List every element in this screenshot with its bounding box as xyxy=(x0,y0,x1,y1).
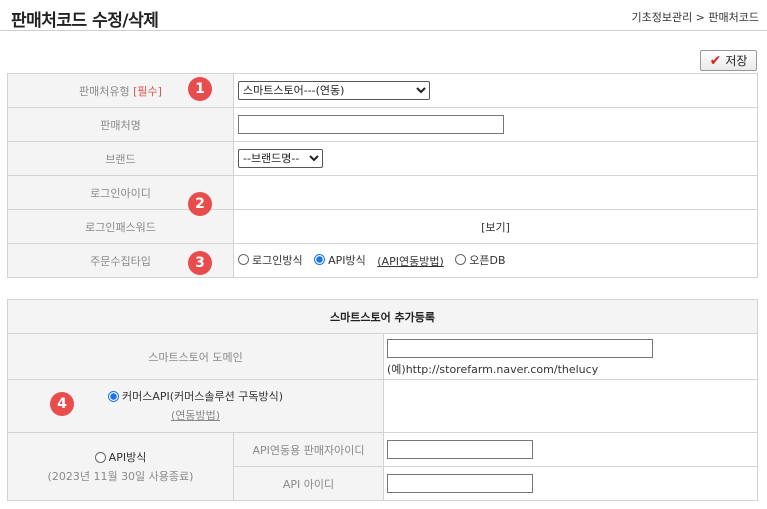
seller-form-table: 판매처유형 [필수] 스마트스토어---(연동) 판매처명 브랜드 --브랜드명… xyxy=(7,73,758,278)
save-button-label: 저장 xyxy=(725,54,748,68)
commerce-api-value xyxy=(383,379,758,433)
radio-api-label: API방식 xyxy=(328,253,366,267)
domain-label: 스마트스토어 도메인 xyxy=(7,333,384,380)
brand-label: 브랜드 xyxy=(7,141,234,176)
api-method-note: (2023년 11월 30일 사용종료) xyxy=(47,469,194,483)
annotation-badge-2: 2 xyxy=(188,192,212,216)
radio-login-label: 로그인방식 xyxy=(252,253,303,267)
api-guide-link[interactable]: (API연동방법) xyxy=(377,255,443,268)
view-password-link[interactable]: [보기] xyxy=(481,221,510,234)
save-button[interactable]: ✔ 저장 xyxy=(700,50,757,71)
api-id-label: API 아이디 xyxy=(233,466,384,501)
radio-login[interactable]: 로그인방식 xyxy=(238,252,303,268)
page-title: 판매처코드 수정/삭제 xyxy=(11,11,159,31)
seller-name-input[interactable] xyxy=(238,115,504,134)
commerce-api-guide-link[interactable]: (연동방법) xyxy=(171,409,220,422)
seller-id-label: API연동용 판매자아이디 xyxy=(233,432,384,467)
radio-selected-icon xyxy=(314,254,326,266)
breadcrumb: 기초정보관리 > 판매처코드 xyxy=(631,11,759,24)
radio-api-method[interactable]: API방식 xyxy=(94,449,147,466)
api-method-label: API방식 xyxy=(108,450,147,464)
check-icon: ✔ xyxy=(709,52,722,69)
radio-opendb-label: 오픈DB xyxy=(469,253,506,267)
annotation-badge-4: 4 xyxy=(50,392,74,416)
type-label: 판매처유형 xyxy=(79,84,130,98)
domain-example: (예)http://storefarm.naver.com/thelucy xyxy=(387,363,599,376)
annotation-badge-1: 1 xyxy=(188,77,212,101)
page-header: 판매처코드 수정/삭제 기초정보관리 > 판매처코드 xyxy=(0,0,767,31)
login-id-value xyxy=(233,175,758,210)
smartstore-table: 스마트스토어 추가등록 스마트스토어 도메인 (예)http://storefa… xyxy=(7,299,758,501)
radio-circle-icon xyxy=(238,254,249,266)
brand-select[interactable]: --브랜드명-- xyxy=(238,149,323,168)
radio-opendb[interactable]: 오픈DB xyxy=(455,252,506,268)
api-id-input[interactable] xyxy=(387,474,533,493)
domain-input[interactable] xyxy=(387,339,653,358)
radio-commerce-api[interactable]: 커머스API(커머스솔루션 구독방식) xyxy=(107,388,284,405)
radio-circle-icon xyxy=(94,451,106,463)
annotation-badge-3: 3 xyxy=(188,251,212,275)
seller-type-select[interactable]: 스마트스토어---(연동) xyxy=(238,81,430,100)
commerce-api-label: 커머스API(커머스솔루션 구독방식) xyxy=(121,390,284,403)
name-label: 판매처명 xyxy=(7,107,234,142)
radio-circle-icon xyxy=(455,254,467,266)
required-tag: [필수] xyxy=(133,84,162,98)
api-seller-id-input[interactable] xyxy=(387,440,533,459)
radio-api[interactable]: API방식 xyxy=(314,252,366,268)
smartstore-section-title: 스마트스토어 추가등록 xyxy=(7,299,758,334)
radio-selected-icon xyxy=(107,391,119,402)
